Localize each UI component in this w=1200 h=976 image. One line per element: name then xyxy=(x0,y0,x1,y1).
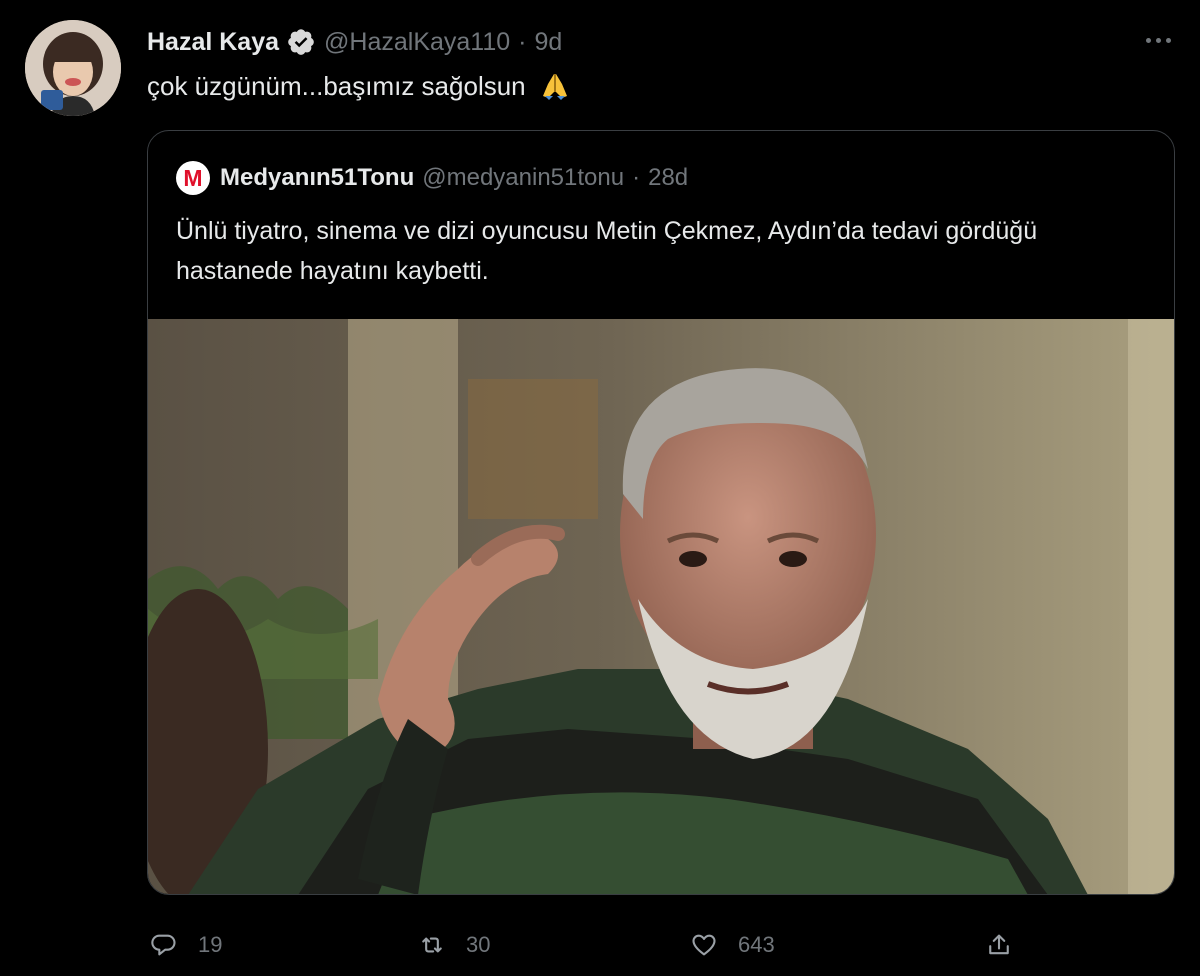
verified-badge-icon xyxy=(286,27,316,57)
like-button[interactable]: 643 xyxy=(690,920,775,970)
tweet-actions: 19 30 643 xyxy=(0,920,1200,970)
quoted-author-name[interactable]: Medyanın51Tonu xyxy=(220,164,414,192)
avatar[interactable] xyxy=(25,20,121,116)
share-icon xyxy=(989,934,1009,955)
retweet-icon xyxy=(422,937,442,953)
heart-icon xyxy=(692,934,716,956)
tweet-time[interactable]: 9d xyxy=(535,28,563,57)
quoted-separator-dot: · xyxy=(632,164,641,191)
quoted-tweet[interactable]: M Medyanın51Tonu @medyanin51tonu · 28d Ü… xyxy=(147,130,1175,895)
quoted-tweet-time[interactable]: 28d xyxy=(648,164,688,192)
quoted-tweet-text: Ünlü tiyatro, sinema ve dizi oyuncusu Me… xyxy=(176,217,1038,285)
tweet: Hazal Kaya @HazalKaya110 · 9d çok üzgünü… xyxy=(0,0,1200,976)
reply-icon xyxy=(151,934,176,956)
author-name[interactable]: Hazal Kaya xyxy=(147,28,279,57)
more-options-icon[interactable] xyxy=(1138,28,1178,52)
separator-dot: · xyxy=(518,27,527,56)
reply-count: 19 xyxy=(198,932,223,957)
reply-button[interactable]: 19 xyxy=(150,920,222,970)
tweet-text-content: çok üzgünüm...başımız sağolsun xyxy=(147,71,526,101)
tweet-header: Hazal Kaya @HazalKaya110 · 9d xyxy=(147,24,562,60)
share-button[interactable] xyxy=(985,920,1013,970)
folded-hands-emoji-icon xyxy=(539,70,571,102)
like-count: 643 xyxy=(738,932,775,957)
retweet-count: 30 xyxy=(466,932,491,957)
retweet-button[interactable]: 30 xyxy=(418,920,490,970)
tweet-text: çok üzgünüm...başımız sağolsun xyxy=(147,70,571,102)
avatar-image xyxy=(25,20,121,116)
quoted-logo-letter: M xyxy=(183,164,203,191)
quoted-media-image[interactable] xyxy=(148,319,1174,894)
quoted-avatar: M xyxy=(176,161,210,195)
quoted-author-handle[interactable]: @medyanin51tonu xyxy=(422,164,624,192)
quoted-tweet-header: M Medyanın51Tonu @medyanin51tonu · 28d xyxy=(176,161,688,195)
author-handle[interactable]: @HazalKaya110 xyxy=(324,28,510,57)
